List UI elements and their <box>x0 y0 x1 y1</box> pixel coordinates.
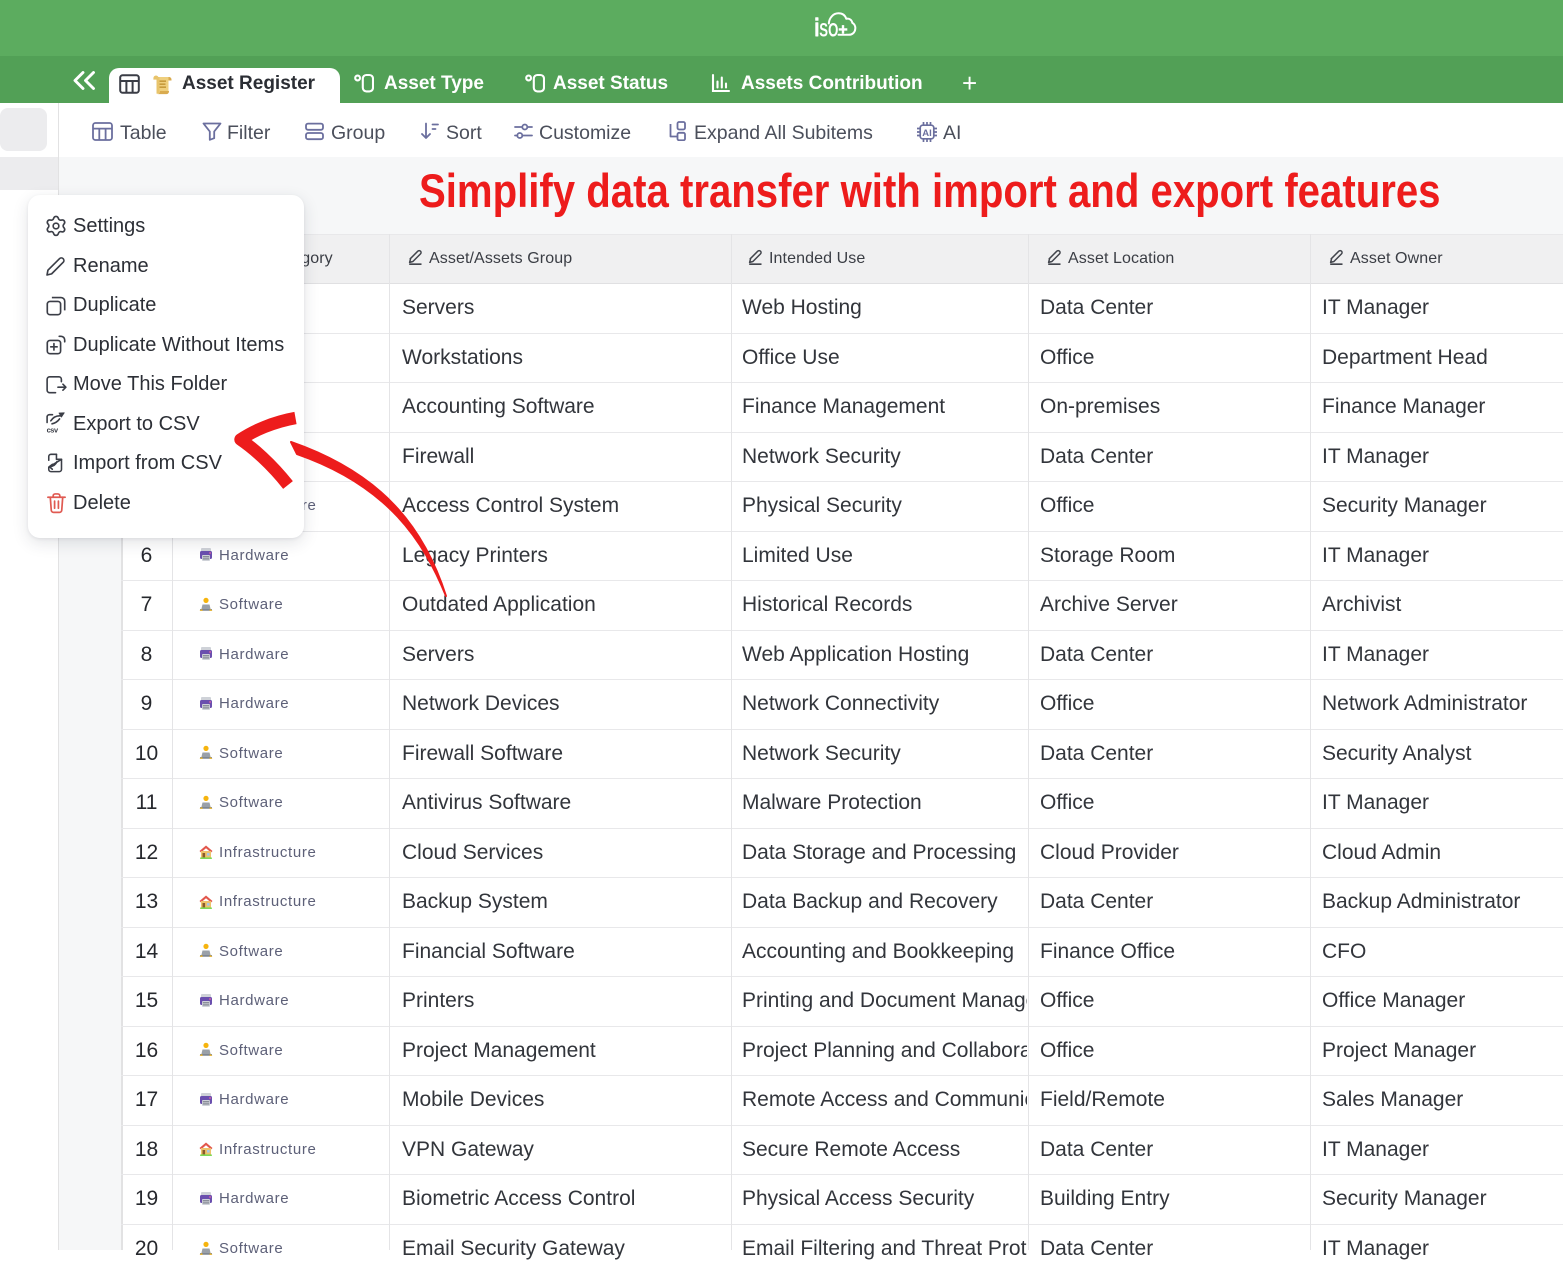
svg-text:csv: csv <box>47 426 59 435</box>
svg-text:AI: AI <box>922 128 932 139</box>
